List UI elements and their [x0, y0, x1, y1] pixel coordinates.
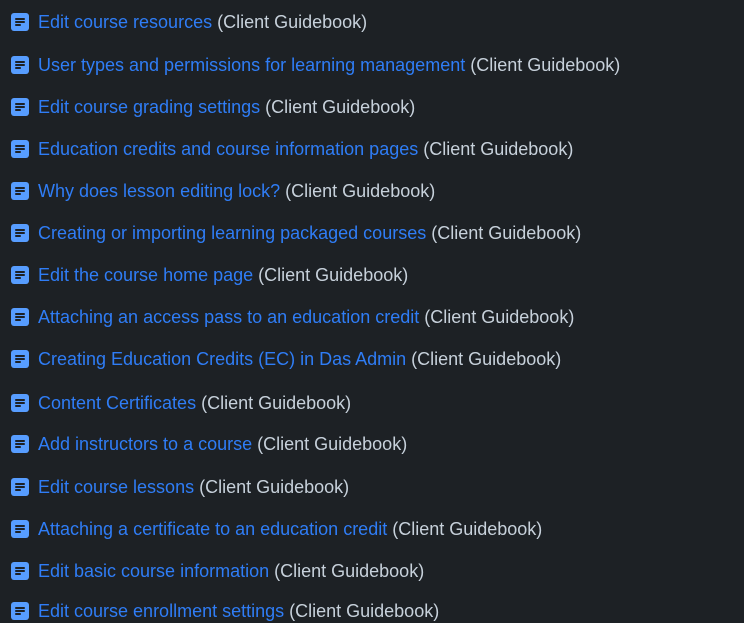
list-item: Creating or importing learning packaged … — [11, 221, 581, 245]
list-item: Add instructors to a course (Client Guid… — [11, 432, 407, 456]
space-label: (Client Guidebook) — [258, 264, 409, 285]
list-item: Edit the course home page (Client Guideb… — [11, 263, 408, 287]
document-icon — [11, 13, 29, 31]
page-link[interactable]: Creating Education Credits (EC) in Das A… — [38, 349, 406, 370]
space-label: (Client Guidebook) — [217, 11, 368, 32]
list-item: Edit basic course information (Client Gu… — [11, 559, 424, 583]
document-icon — [11, 520, 29, 538]
page-link[interactable]: Edit the course home page — [38, 265, 253, 286]
document-icon — [11, 56, 29, 74]
list-item: Edit course resources (Client Guidebook) — [11, 10, 367, 34]
list-item: Content Certificates (Client Guidebook) — [11, 391, 351, 415]
space-label: (Client Guidebook) — [265, 96, 416, 117]
page-link[interactable]: Edit course resources — [38, 12, 212, 33]
page-link[interactable]: Content Certificates — [38, 393, 196, 414]
space-label: (Client Guidebook) — [285, 180, 436, 201]
document-icon — [11, 266, 29, 284]
space-label: (Client Guidebook) — [289, 600, 440, 621]
space-label: (Client Guidebook) — [423, 138, 574, 159]
document-icon — [11, 350, 29, 368]
document-icon — [11, 140, 29, 158]
list-item: Attaching a certificate to an education … — [11, 517, 542, 541]
document-icon — [11, 435, 29, 453]
page-link[interactable]: Creating or importing learning packaged … — [38, 223, 426, 244]
space-label: (Client Guidebook) — [424, 306, 575, 327]
page-link[interactable]: Attaching a certificate to an education … — [38, 519, 387, 540]
space-label: (Client Guidebook) — [392, 518, 543, 539]
page-link[interactable]: Edit course grading settings — [38, 97, 260, 118]
document-icon — [11, 98, 29, 116]
list-item: Attaching an access pass to an education… — [11, 305, 574, 329]
document-icon — [11, 182, 29, 200]
space-label: (Client Guidebook) — [470, 54, 621, 75]
list-item: User types and permissions for learning … — [11, 53, 620, 77]
page-link[interactable]: Edit basic course information — [38, 561, 269, 582]
page-link[interactable]: Edit course enrollment settings — [38, 601, 284, 622]
space-label: (Client Guidebook) — [274, 560, 425, 581]
space-label: (Client Guidebook) — [201, 392, 352, 413]
space-label: (Client Guidebook) — [257, 433, 408, 454]
list-item: Why does lesson editing lock? (Client Gu… — [11, 179, 435, 203]
list-item: Edit course lessons (Client Guidebook) — [11, 475, 349, 499]
page-link[interactable]: User types and permissions for learning … — [38, 55, 465, 76]
page-link[interactable]: Attaching an access pass to an education… — [38, 307, 419, 328]
page-link[interactable]: Education credits and course information… — [38, 139, 418, 160]
document-icon — [11, 224, 29, 242]
list-item: Creating Education Credits (EC) in Das A… — [11, 347, 561, 371]
document-icon — [11, 562, 29, 580]
space-label: (Client Guidebook) — [411, 348, 562, 369]
page-link[interactable]: Add instructors to a course — [38, 434, 252, 455]
list-item: Education credits and course information… — [11, 137, 573, 161]
space-label: (Client Guidebook) — [431, 222, 582, 243]
page-link[interactable]: Why does lesson editing lock? — [38, 181, 280, 202]
document-icon — [11, 394, 29, 412]
list-item: Edit course enrollment settings (Client … — [11, 599, 439, 623]
space-label: (Client Guidebook) — [199, 476, 350, 497]
document-icon — [11, 308, 29, 326]
document-icon — [11, 602, 29, 620]
document-icon — [11, 478, 29, 496]
list-item: Edit course grading settings (Client Gui… — [11, 95, 415, 119]
page-link[interactable]: Edit course lessons — [38, 477, 194, 498]
